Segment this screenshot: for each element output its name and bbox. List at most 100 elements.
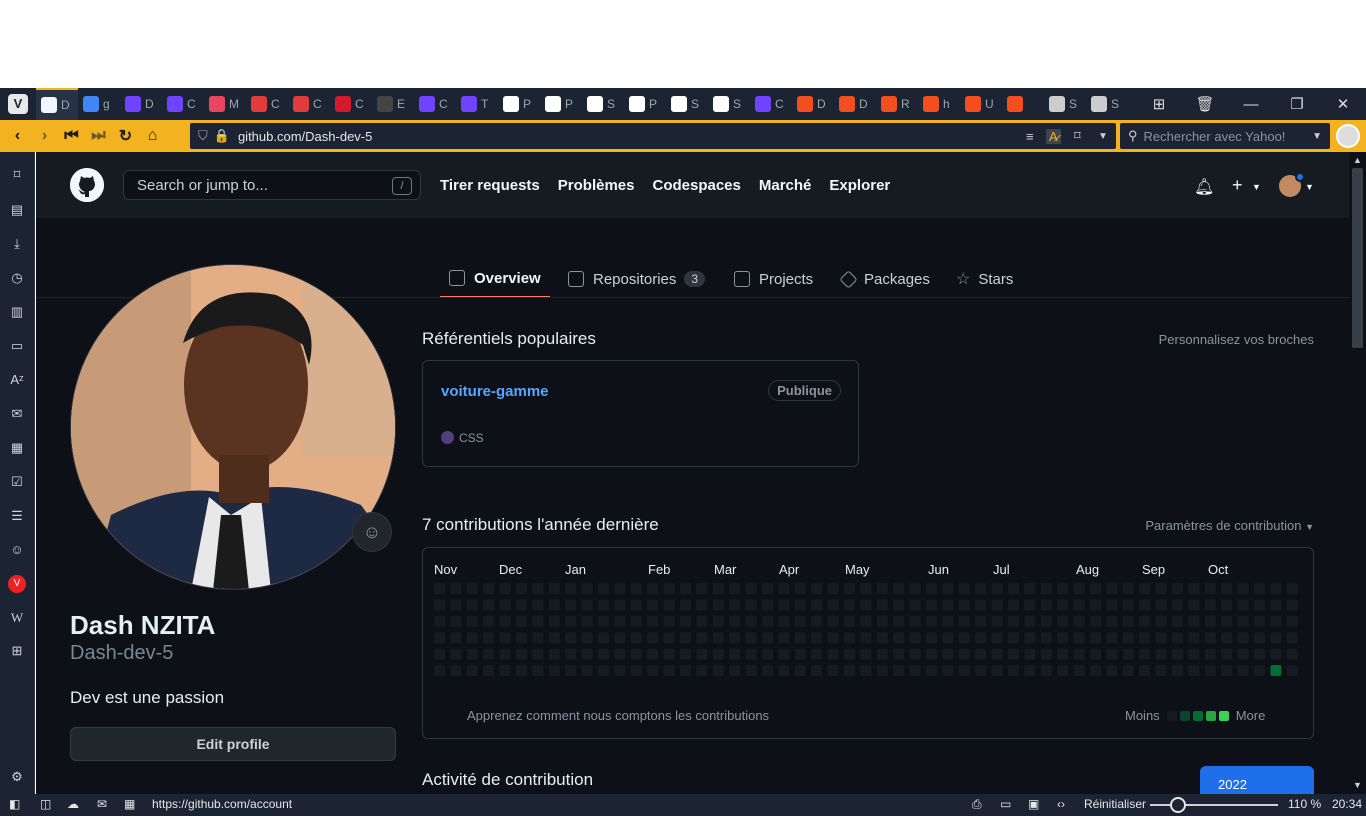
github-search-input[interactable]: Search or jump to... / (123, 170, 421, 200)
contribution-day[interactable] (1204, 583, 1216, 594)
contribution-day[interactable] (762, 583, 773, 594)
contribution-day[interactable] (1057, 615, 1069, 627)
contribution-day[interactable] (1106, 665, 1118, 676)
contribution-day[interactable] (712, 665, 724, 676)
contribution-day[interactable] (1090, 665, 1101, 676)
contribution-day[interactable] (778, 648, 790, 660)
contribution-day[interactable] (630, 632, 642, 644)
contribution-day[interactable] (466, 615, 478, 627)
contribution-day[interactable] (548, 632, 560, 644)
contribution-day[interactable] (696, 665, 708, 676)
contribution-day[interactable] (614, 615, 626, 627)
contribution-day[interactable] (565, 583, 577, 594)
scroll-down-icon[interactable]: ▼ (1353, 780, 1362, 790)
contribution-day[interactable] (1254, 599, 1265, 611)
contribution-day[interactable] (1221, 632, 1233, 644)
contribution-day[interactable] (860, 665, 872, 676)
contribution-day[interactable] (958, 583, 970, 594)
add-panel-icon[interactable]: ⊞ (8, 642, 26, 660)
contribution-day[interactable] (1237, 599, 1249, 611)
contribution-day[interactable] (1106, 632, 1118, 644)
contribution-day[interactable] (1090, 615, 1101, 627)
contribution-day[interactable] (1286, 615, 1298, 627)
contribution-day[interactable] (827, 599, 839, 611)
contribution-day[interactable] (647, 665, 659, 676)
contribution-day[interactable] (1221, 615, 1233, 627)
contribution-day[interactable] (434, 583, 445, 594)
contribution-day[interactable] (778, 599, 790, 611)
add-tab-icon[interactable]: ⊞ (1136, 95, 1182, 113)
contribution-day[interactable] (1155, 648, 1167, 660)
contribution-day[interactable] (466, 648, 478, 660)
contribution-day[interactable] (1188, 632, 1200, 644)
browser-tab[interactable]: S (666, 88, 708, 120)
contribution-day[interactable] (1139, 665, 1151, 676)
contribution-day[interactable] (614, 632, 626, 644)
contribution-day[interactable] (762, 665, 773, 676)
contribution-day[interactable] (909, 583, 921, 594)
nav-pull-requests[interactable]: Tirer requests (440, 177, 540, 194)
browser-tab[interactable]: C (162, 88, 204, 120)
contribution-day[interactable] (1024, 583, 1036, 594)
contribution-day[interactable] (565, 648, 577, 660)
contribution-day[interactable] (1073, 632, 1085, 644)
contribution-day[interactable] (909, 648, 921, 660)
contribution-day[interactable] (680, 615, 691, 627)
contribution-day[interactable] (860, 648, 872, 660)
contribution-day[interactable] (499, 648, 511, 660)
contribution-day[interactable] (1286, 583, 1298, 594)
contribution-day[interactable] (1204, 648, 1216, 660)
contribution-day[interactable] (893, 615, 905, 627)
contribution-day[interactable] (876, 583, 888, 594)
contribution-day[interactable] (1090, 583, 1101, 594)
contribution-day[interactable] (1172, 648, 1183, 660)
tab-overview[interactable]: Overview (440, 260, 550, 298)
contribution-day[interactable] (663, 632, 675, 644)
contribution-day[interactable] (565, 615, 577, 627)
contribution-day[interactable] (1155, 665, 1167, 676)
contribution-day[interactable] (581, 599, 593, 611)
trash-icon[interactable]: 🗑 (1182, 95, 1228, 113)
contribution-day[interactable] (1008, 583, 1019, 594)
contribution-day[interactable] (1122, 583, 1134, 594)
code-icon[interactable]: ‹› (1057, 797, 1065, 811)
contribution-day[interactable] (548, 665, 560, 676)
contribution-day[interactable] (844, 599, 855, 611)
contribution-day[interactable] (516, 648, 527, 660)
contribution-day[interactable] (581, 665, 593, 676)
browser-tab[interactable]: U (960, 88, 1002, 120)
contribution-day[interactable] (565, 632, 577, 644)
contribution-day[interactable] (958, 599, 970, 611)
customize-pins-link[interactable]: Personnalisez vos broches (1159, 332, 1314, 347)
zoom-reset-button[interactable]: Réinitialiser (1084, 797, 1146, 811)
forward-icon[interactable]: › (31, 127, 58, 145)
contribution-day[interactable] (909, 665, 921, 676)
contribution-day[interactable] (762, 599, 773, 611)
contribution-day[interactable] (729, 615, 741, 627)
scroll-up-icon[interactable]: ▲ (1353, 155, 1362, 165)
back-icon[interactable]: ‹ (4, 127, 31, 145)
contribution-day[interactable] (975, 632, 987, 644)
contribution-day[interactable] (630, 583, 642, 594)
contribution-day[interactable] (1008, 665, 1019, 676)
contribution-day[interactable] (942, 583, 954, 594)
contribution-day[interactable] (581, 632, 593, 644)
contribution-day[interactable] (1090, 632, 1101, 644)
contribution-day[interactable] (1040, 615, 1052, 627)
contribution-day[interactable] (1270, 632, 1282, 644)
capture-icon[interactable]: ⎙ (972, 797, 982, 812)
url-field[interactable]: ⛉ 🔒 github.com/Dash-dev-5 ≡ A̷ ⌑ ▼ (190, 123, 1116, 149)
browser-tab[interactable]: D (792, 88, 834, 120)
contribution-day[interactable] (1040, 665, 1052, 676)
contribution-day[interactable] (450, 632, 462, 644)
learn-contributions-link[interactable]: Apprenez comment nous comptons les contr… (467, 708, 769, 723)
translate-panel-icon[interactable]: Aᶻ (8, 371, 26, 389)
contribution-day[interactable] (680, 648, 691, 660)
contribution-day[interactable] (811, 665, 823, 676)
contribution-day[interactable] (647, 615, 659, 627)
contribution-day[interactable] (614, 599, 626, 611)
contribution-day[interactable] (614, 648, 626, 660)
chevron-down-icon[interactable]: ▼ (1305, 182, 1314, 192)
contribution-day[interactable] (958, 615, 970, 627)
contribution-day[interactable] (1221, 583, 1233, 594)
